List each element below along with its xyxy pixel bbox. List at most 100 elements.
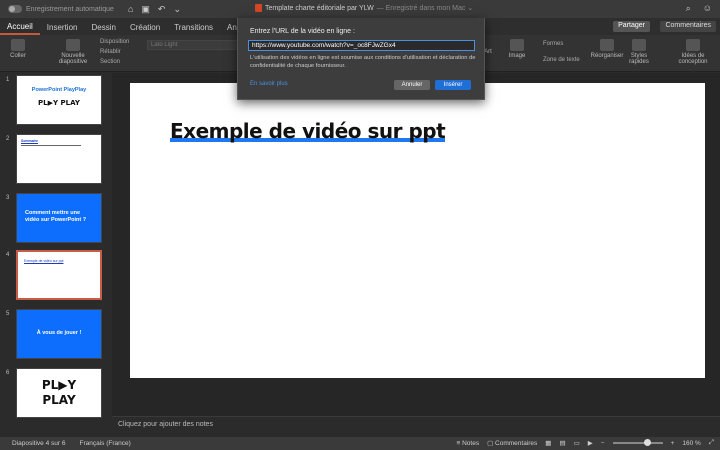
new-slide-icon bbox=[66, 39, 80, 51]
online-video-dialog: Entrez l'URL de la vidéo en ligne : http… bbox=[237, 18, 485, 100]
thumbnail-number: 6 bbox=[6, 370, 10, 376]
thumbnail-row[interactable]: 6 PL▶Y PLAY bbox=[0, 368, 112, 420]
thumbnail-number: 3 bbox=[6, 195, 10, 201]
notes-toggle[interactable]: ≡ Notes bbox=[456, 440, 479, 447]
textbox-button[interactable]: Zone de texte bbox=[543, 57, 580, 63]
reset-button[interactable]: Rétablir bbox=[100, 49, 121, 55]
comments-button[interactable]: Commentaires bbox=[660, 21, 716, 32]
learn-more-link[interactable]: En savoir plus bbox=[250, 81, 288, 87]
playplay-logo-bottom: PLAY bbox=[42, 393, 76, 407]
playplay-logo-top: PL▶Y bbox=[41, 378, 77, 392]
layout-button[interactable]: Disposition bbox=[100, 39, 129, 45]
tab-transitions[interactable]: Transitions bbox=[167, 23, 220, 35]
tab-insertion[interactable]: Insertion bbox=[40, 23, 85, 35]
customize-icon[interactable]: ⌄ bbox=[173, 4, 181, 15]
doc-title-text: Template charte éditoriale par YLW bbox=[265, 4, 374, 12]
autosave-label: Enregistrement automatique bbox=[26, 5, 114, 13]
art-label: Art bbox=[484, 49, 492, 55]
paste-label: Coller bbox=[10, 53, 26, 59]
cancel-button[interactable]: Annuler bbox=[394, 80, 430, 90]
thumbnail-number: 5 bbox=[6, 311, 10, 317]
thumbnail-row[interactable]: 2 Sommaire bbox=[0, 134, 112, 186]
slide-title[interactable]: Exemple de vidéo sur ppt bbox=[170, 119, 446, 143]
thumbnail-row[interactable]: 4 Exemple de vidéo sur ppt bbox=[0, 250, 112, 302]
url-prompt-label: Entrez l'URL de la vidéo en ligne : bbox=[250, 28, 355, 35]
title-bar: Enregistrement automatique ⌂ ▣ ↶ ⌄ Templ… bbox=[0, 0, 720, 18]
quick-styles-button[interactable]: Styles rapides bbox=[626, 39, 652, 65]
font-name-field[interactable]: Lato Light bbox=[147, 40, 242, 50]
thumbnail-title: PowerPoint PlayPlay bbox=[31, 87, 87, 93]
thumbnail-text-line bbox=[21, 145, 81, 146]
save-icon[interactable]: ▣ bbox=[141, 4, 150, 15]
slide-thumbnail-4[interactable]: Exemple de vidéo sur ppt bbox=[16, 250, 102, 300]
status-bar: Diapositive 4 sur 6 Français (France) ≡ … bbox=[0, 437, 720, 450]
insert-button[interactable]: Insérer bbox=[435, 80, 471, 90]
image-label: Image bbox=[508, 53, 526, 59]
tab-creation[interactable]: Création bbox=[123, 23, 167, 35]
slide-thumbnails-pane: 1 PowerPoint PlayPlay PL▶Y PLAY 2 Sommai… bbox=[0, 73, 112, 418]
thumbnail-row[interactable]: 1 PowerPoint PlayPlay PL▶Y PLAY bbox=[0, 75, 112, 127]
undo-icon[interactable]: ↶ bbox=[158, 4, 166, 15]
new-slide-label: Nouvelle diapositive bbox=[58, 53, 88, 65]
normal-view-icon[interactable]: ▦ bbox=[545, 439, 551, 447]
quick-styles-label: Styles rapides bbox=[629, 53, 649, 65]
design-ideas-label: Idées de conception bbox=[678, 53, 708, 65]
thumbnail-title: Comment mettre une vidéo sur PowerPoint … bbox=[25, 210, 87, 224]
notes-label: Notes bbox=[462, 439, 480, 447]
autosave[interactable]: Enregistrement automatique bbox=[8, 5, 114, 13]
fit-slide-icon[interactable]: ⤢ bbox=[709, 439, 714, 447]
slide-thumbnail-5[interactable]: À vous de jouer ! bbox=[16, 309, 102, 359]
image-button[interactable]: Image bbox=[505, 39, 529, 59]
zoom-slider-thumb[interactable] bbox=[644, 439, 652, 446]
thumbnail-number: 2 bbox=[6, 136, 10, 142]
zoom-level[interactable]: 160 % bbox=[682, 440, 700, 447]
playplay-logo: PL▶Y PLAY bbox=[38, 99, 80, 107]
slideshow-icon[interactable]: ▶ bbox=[588, 439, 593, 447]
tab-dessin[interactable]: Dessin bbox=[84, 23, 122, 35]
comments-toggle[interactable]: ▢ Commentaires bbox=[487, 439, 537, 447]
slide-title-text: Exemple de vidéo sur ppt bbox=[170, 119, 446, 143]
thumbnail-number: 4 bbox=[6, 252, 10, 258]
arrange-label: Réorganiser bbox=[590, 53, 624, 59]
section-button[interactable]: Section bbox=[100, 59, 120, 65]
home-icon[interactable]: ⌂ bbox=[128, 4, 133, 15]
clipboard-icon bbox=[11, 39, 25, 51]
share-button[interactable]: Partager bbox=[613, 21, 650, 32]
powerpoint-doc-icon bbox=[255, 4, 262, 12]
doc-save-status[interactable]: — Enregistré dans mon Mac ⌄ bbox=[377, 4, 474, 12]
language-indicator[interactable]: Français (France) bbox=[79, 440, 130, 447]
thumbnail-row[interactable]: 3 Comment mettre une vidéo sur PowerPoin… bbox=[0, 193, 112, 245]
zoom-slider[interactable] bbox=[612, 439, 663, 446]
new-slide-button[interactable]: Nouvelle diapositive bbox=[56, 39, 90, 65]
current-slide[interactable]: Exemple de vidéo sur ppt bbox=[130, 83, 705, 378]
slide-thumbnail-3[interactable]: Comment mettre une vidéo sur PowerPoint … bbox=[16, 193, 102, 243]
thumbnail-row[interactable]: 5 À vous de jouer ! bbox=[0, 309, 112, 361]
autosave-toggle[interactable] bbox=[8, 5, 22, 13]
paste-button[interactable]: Coller bbox=[6, 39, 30, 59]
video-url-input[interactable]: https://www.youtube.com/watch?v=_oc8FJwZ… bbox=[248, 40, 475, 51]
zoom-in-icon[interactable]: + bbox=[671, 440, 675, 447]
arrange-button[interactable]: Réorganiser bbox=[590, 39, 624, 59]
sorter-view-icon[interactable]: ▤ bbox=[559, 439, 565, 447]
quick-styles-icon bbox=[632, 39, 646, 51]
thumbnail-title: Sommaire bbox=[21, 139, 38, 143]
tab-accueil[interactable]: Accueil bbox=[0, 22, 40, 35]
terms-notice: L'utilisation des vidéos en ligne est so… bbox=[250, 55, 476, 69]
arrange-icon bbox=[600, 39, 614, 51]
shapes-button[interactable]: Formes bbox=[543, 41, 563, 47]
design-ideas-icon bbox=[686, 39, 700, 51]
slide-thumbnail-1[interactable]: PowerPoint PlayPlay PL▶Y PLAY bbox=[16, 75, 102, 125]
thumbnail-title: Exemple de vidéo sur ppt bbox=[24, 259, 64, 263]
powerpoint-window: Enregistrement automatique ⌂ ▣ ↶ ⌄ Templ… bbox=[0, 0, 720, 450]
zoom-out-icon[interactable]: − bbox=[601, 440, 605, 447]
search-icon[interactable]: ⌕ bbox=[686, 3, 691, 14]
reading-view-icon[interactable]: ▭ bbox=[574, 439, 580, 447]
slide-thumbnail-6[interactable]: PL▶Y PLAY bbox=[16, 368, 102, 418]
design-ideas-button[interactable]: Idées de conception bbox=[676, 39, 710, 65]
slide-thumbnail-2[interactable]: Sommaire bbox=[16, 134, 102, 184]
smiley-icon[interactable]: ☺ bbox=[703, 3, 712, 14]
slide-canvas: Exemple de vidéo sur ppt bbox=[112, 73, 720, 416]
notes-pane[interactable]: Cliquez pour ajouter des notes bbox=[112, 416, 720, 434]
document-title: Template charte éditoriale par YLW — Enr… bbox=[255, 4, 473, 12]
image-icon bbox=[510, 39, 524, 51]
